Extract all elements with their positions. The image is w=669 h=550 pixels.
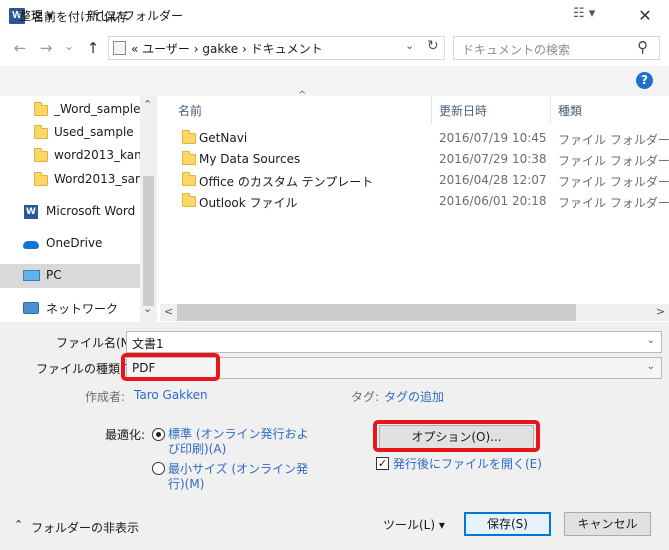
sidebar-item-used-sample[interactable]: Used_sample (0, 121, 140, 145)
sidebar-item-pc[interactable]: PC (0, 264, 140, 288)
open-after-label[interactable]: 発行後にファイルを開く(E) (393, 455, 542, 472)
sidebar-item-label: _Word_sample (54, 102, 140, 116)
filetype-highlight (121, 353, 220, 381)
organize-button[interactable]: 整理 ▾ (19, 7, 53, 24)
hide-folders-button[interactable]: フォルダーの非表示 (31, 519, 139, 536)
optimize-standard-radio[interactable] (152, 428, 165, 441)
search-input[interactable]: ドキュメントの検索 ⚲ (453, 36, 660, 60)
file-type: ファイル フォルダー (558, 196, 669, 210)
column-header-name[interactable]: 名前 (178, 102, 202, 119)
cancel-button[interactable]: キャンセル (564, 512, 651, 536)
folder-icon (182, 193, 196, 207)
address-dropdown-icon[interactable]: ⌄ (405, 39, 414, 52)
sidebar-item-label: Microsoft Word (46, 204, 136, 218)
horizontal-scroll-thumb[interactable] (177, 304, 576, 321)
author-label: 作成者: (85, 390, 126, 404)
sidebar-item-label: Word2013_sample (54, 172, 140, 186)
sidebar-scroll-down-icon[interactable]: ⌄ (143, 302, 152, 315)
breadcrumb[interactable]: « ユーザー › gakke › ドキュメント (131, 40, 323, 57)
column-header-type[interactable]: 種類 (558, 102, 582, 119)
sidebar-scroll-thumb[interactable] (143, 176, 154, 306)
column-divider[interactable] (550, 96, 551, 124)
file-row-my-data-sources[interactable]: My Data Sources 2016/07/29 10:38 ファイル フォ… (177, 149, 669, 170)
sidebar-item-word2013-kanmatsu[interactable]: word2013_kanmatsu (0, 144, 140, 168)
sidebar-item-network[interactable]: ネットワーク (0, 296, 140, 320)
file-row-office-templates[interactable]: Office のカスタム テンプレート 2016/04/28 12:07 ファイ… (177, 170, 669, 191)
up-arrow-icon[interactable]: ↑ (82, 37, 104, 59)
options-highlight (373, 420, 540, 452)
file-name: GetNavi (199, 131, 248, 145)
sidebar-item-label: OneDrive (46, 236, 103, 250)
file-list: ^ 名前 更新日時 種類 GetNavi 2016/07/19 10:45 ファ… (160, 90, 669, 322)
sidebar-scroll-up-icon[interactable]: ⌃ (143, 98, 152, 111)
sidebar-item-onedrive[interactable]: OneDrive (0, 232, 140, 256)
file-name: Office のカスタム テンプレート (199, 175, 374, 189)
file-date: 2016/07/19 10:45 (439, 131, 547, 145)
sidebar-item-label: PC (46, 268, 62, 282)
column-divider[interactable] (431, 96, 432, 124)
forward-arrow-icon[interactable]: → (35, 37, 57, 59)
network-icon (23, 302, 39, 314)
sidebar-item-label: Used_sample (54, 125, 134, 139)
hide-folders-chevron-icon[interactable]: ⌃ (14, 518, 23, 531)
optimize-minimum-label-line2[interactable]: 行)(M) (168, 475, 204, 492)
author-value[interactable]: Taro Gakken (134, 388, 208, 402)
file-name: My Data Sources (199, 152, 301, 166)
help-icon[interactable]: ? (636, 72, 653, 89)
recent-locations-chevron-icon[interactable]: ⌄ (58, 35, 80, 57)
file-date: 2016/07/29 10:38 (439, 152, 547, 166)
folder-icon (34, 172, 48, 186)
address-bar[interactable]: « ユーザー › gakke › ドキュメント ⌄ ↻ (108, 36, 445, 60)
file-date: 2016/06/01 20:18 (439, 194, 547, 208)
file-type: ファイル フォルダー (558, 175, 669, 189)
file-row-getnavi[interactable]: GetNavi 2016/07/19 10:45 ファイル フォルダー (177, 128, 669, 149)
tags-value[interactable]: タグの追加 (384, 388, 444, 405)
word-icon: W (24, 205, 38, 219)
refresh-icon[interactable]: ↻ (427, 38, 439, 54)
folder-icon (34, 148, 48, 162)
file-type: ファイル フォルダー (558, 154, 669, 168)
pc-monitor-icon (23, 270, 40, 281)
new-folder-button[interactable]: 新しいフォルダー (87, 7, 183, 24)
cloud-icon (23, 241, 39, 249)
sidebar-item-label: ネットワーク (46, 302, 119, 316)
search-icon[interactable]: ⚲ (637, 38, 648, 56)
file-name: Outlook ファイル (199, 196, 298, 210)
sidebar-item-microsoft-word[interactable]: W Microsoft Word (0, 200, 140, 224)
view-options-icon[interactable]: ☷ ▾ (573, 6, 595, 21)
chevron-down-icon[interactable]: ⌄ (647, 361, 655, 372)
folder-icon (34, 125, 48, 139)
tags-label: タグ: (351, 390, 380, 404)
back-arrow-icon[interactable]: ← (9, 37, 31, 59)
sidebar-item-word-sample[interactable]: _Word_sample (0, 98, 140, 122)
filename-value: 文書1 (132, 337, 164, 351)
sidebar-item-word2013-sample[interactable]: Word2013_sample (0, 168, 140, 192)
open-after-checkbox[interactable]: ✓ (376, 457, 389, 470)
sort-ascending-icon: ^ (298, 90, 307, 101)
optimize-label: 最適化: (105, 428, 146, 442)
filename-field[interactable]: 文書1 ⌄ (126, 331, 662, 353)
sidebar-item-label: word2013_kanmatsu (54, 148, 140, 162)
folder-icon (182, 130, 196, 144)
navigation-pane: _Word_sample Used_sample word2013_kanmat… (0, 96, 157, 322)
column-header-date[interactable]: 更新日時 (439, 102, 487, 119)
folder-icon (34, 102, 48, 116)
tools-button[interactable]: ツール(L) ▾ (383, 516, 445, 533)
close-button[interactable]: ✕ (628, 4, 662, 28)
optimize-minimum-radio[interactable] (152, 462, 165, 475)
chevron-down-icon[interactable]: ⌄ (647, 335, 655, 346)
file-date: 2016/04/28 12:07 (439, 173, 547, 187)
file-row-outlook[interactable]: Outlook ファイル 2016/06/01 20:18 ファイル フォルダー (177, 191, 669, 212)
optimize-standard-label-line2[interactable]: び印刷)(A) (168, 440, 226, 457)
search-placeholder: ドキュメントの検索 (462, 43, 571, 57)
data-sources-folder-icon (182, 151, 196, 165)
save-button[interactable]: 保存(S) (464, 512, 551, 536)
location-icon (113, 41, 126, 55)
scroll-left-icon[interactable]: < (164, 305, 173, 318)
file-type: ファイル フォルダー (558, 133, 669, 147)
scroll-right-icon[interactable]: > (656, 305, 665, 318)
folder-icon (182, 172, 196, 186)
command-bar (0, 66, 669, 96)
